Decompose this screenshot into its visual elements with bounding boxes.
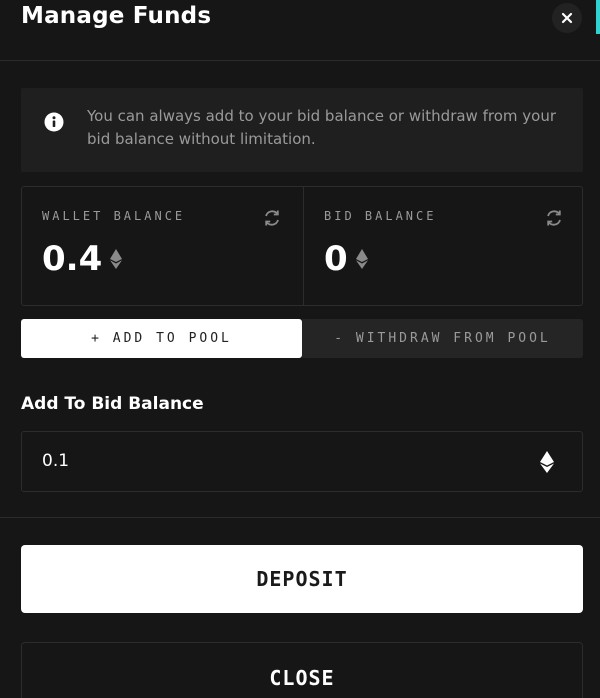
refresh-icon[interactable] (262, 208, 282, 228)
close-icon[interactable] (552, 3, 582, 33)
bid-balance-value-row: 0 (324, 239, 368, 279)
refresh-icon[interactable] (544, 208, 564, 228)
tab-add-to-pool[interactable]: + ADD TO POOL (21, 319, 302, 358)
bid-balance-value: 0 (324, 239, 348, 279)
bid-balance-label: BID BALANCE (324, 209, 437, 223)
balances-panel: WALLET BALANCE 0.4 BID BALANCE 0 (21, 186, 583, 306)
info-text: You can always add to your bid balance o… (87, 107, 556, 148)
close-button[interactable]: CLOSE (21, 642, 583, 698)
amount-value[interactable]: 0.1 (42, 451, 69, 471)
eth-icon (355, 249, 368, 269)
modal-title: Manage Funds (21, 3, 212, 29)
wallet-balance-card: WALLET BALANCE 0.4 (22, 187, 301, 305)
info-banner: You can always add to your bid balance o… (21, 88, 583, 172)
info-icon (44, 112, 64, 132)
modal-header: Manage Funds (0, 0, 600, 61)
pool-tabs: + ADD TO POOL - WITHDRAW FROM POOL (21, 319, 583, 359)
amount-input[interactable]: 0.1 (21, 431, 583, 492)
bid-balance-card: BID BALANCE 0 (304, 187, 583, 305)
manage-funds-modal: Manage Funds You can always add to your … (0, 0, 600, 698)
add-to-bid-balance-label: Add To Bid Balance (21, 394, 204, 414)
wallet-balance-value: 0.4 (42, 239, 103, 279)
tab-withdraw-from-pool[interactable]: - WITHDRAW FROM POOL (302, 319, 583, 358)
footer-divider (0, 517, 600, 518)
eth-icon (110, 249, 123, 269)
wallet-balance-value-row: 0.4 (42, 239, 123, 279)
wallet-balance-label: WALLET BALANCE (42, 209, 186, 223)
eth-icon (540, 451, 554, 473)
deposit-button[interactable]: DEPOSIT (21, 545, 583, 613)
